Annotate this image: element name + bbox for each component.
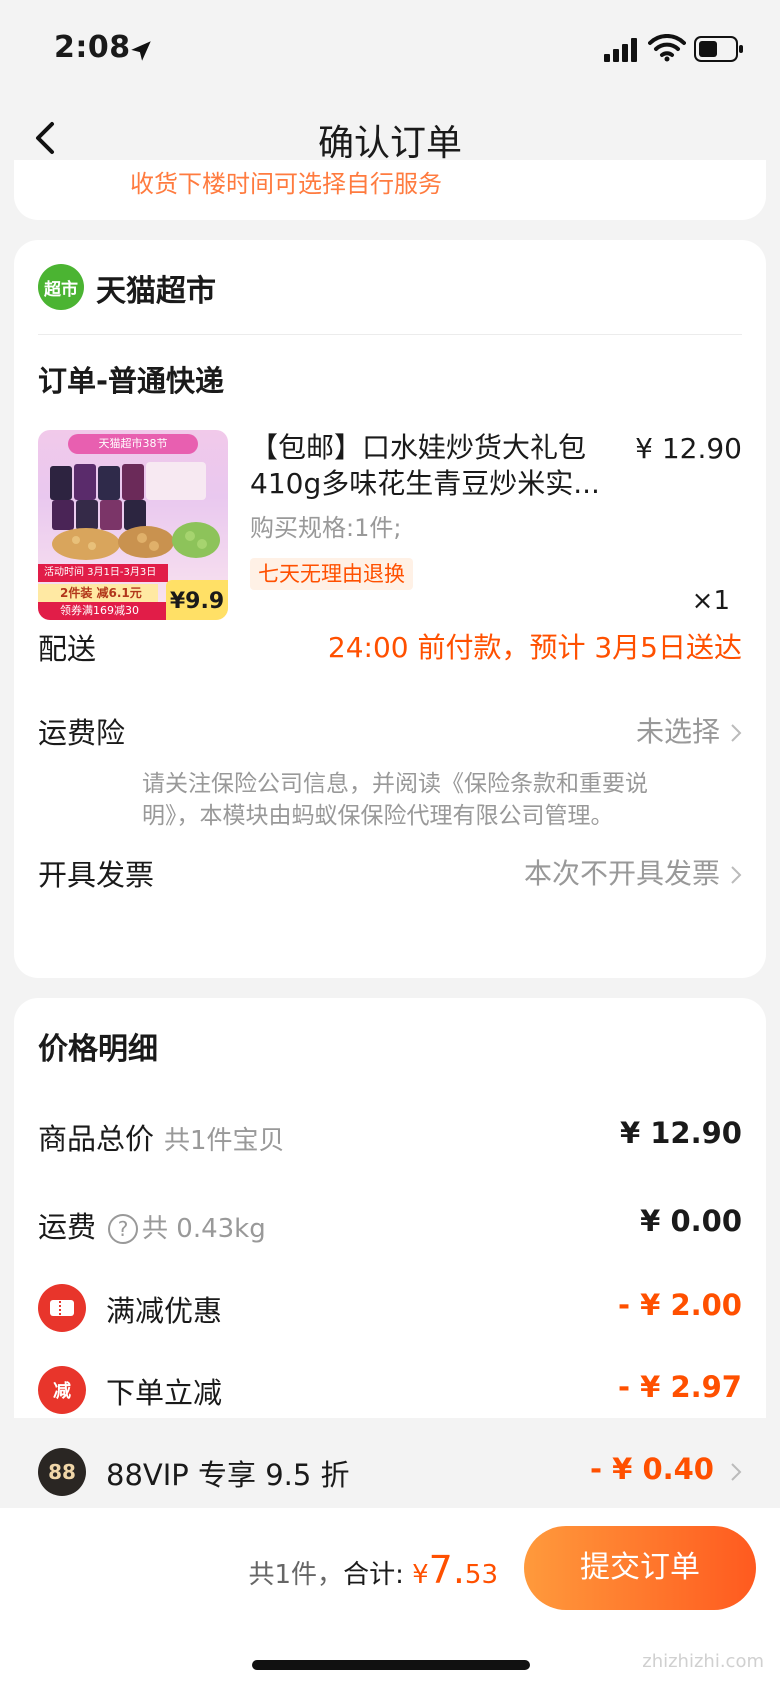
thumb-promo: 活动时间 3月1日-3月3日20点 bbox=[38, 564, 168, 596]
invoice-selector[interactable]: 本次不开具发票 bbox=[524, 852, 742, 892]
item-count: 共1件， bbox=[248, 1560, 344, 1590]
page-title: 确认订单 bbox=[317, 123, 462, 164]
cellular-signal-icon bbox=[604, 38, 637, 62]
shop-name[interactable]: 天猫超市 bbox=[96, 266, 216, 310]
instant-discount-value: - ¥ 2.97 bbox=[618, 1370, 742, 1404]
vip88-icon: 88 bbox=[38, 1448, 86, 1496]
wifi-icon bbox=[648, 34, 686, 62]
order-type-label: 订单-普通快递 bbox=[38, 364, 225, 398]
thumb-banner: 天猫超市38节 bbox=[68, 434, 198, 454]
price-row-subtotal: 商品总价 共1件宝贝 ¥ 12.90 bbox=[38, 1116, 742, 1156]
subtotal-value: ¥ 12.90 bbox=[619, 1116, 742, 1150]
price-row-full-reduction[interactable]: 满减优惠 - ¥ 2.00 bbox=[38, 1284, 742, 1332]
help-icon[interactable]: ? bbox=[108, 1214, 139, 1244]
price-row-88vip[interactable]: 88 88VIP 专享 9.5 折 - ¥ 0.40 bbox=[38, 1448, 742, 1496]
home-indicator[interactable] bbox=[252, 1660, 530, 1670]
shipping-insurance-label: 运费险 bbox=[38, 716, 126, 750]
battery-icon bbox=[694, 36, 743, 62]
instant-discount-icon: 减 bbox=[38, 1366, 86, 1414]
product-spec[interactable]: 购买规格:1件; bbox=[250, 508, 401, 543]
vip88-label: 88VIP 专享 9.5 折 bbox=[106, 1458, 350, 1492]
shop-order-card: 超市 天猫超市 订单-普通快递 天猫超市38节 活动时间 3月1日-3月3日20… bbox=[14, 240, 766, 978]
thumb-coupon-tag: 领券满169减30 bbox=[38, 602, 168, 620]
shipping-value: ¥ 0.00 bbox=[640, 1204, 742, 1238]
total-amount-int: 7. bbox=[428, 1548, 465, 1592]
total-amount-dec: 53 bbox=[464, 1560, 498, 1590]
currency-symbol: ¥ bbox=[412, 1560, 429, 1590]
invoice-label: 开具发票 bbox=[38, 858, 155, 892]
price-row-instant-discount[interactable]: 减 下单立减 - ¥ 2.97 bbox=[38, 1366, 742, 1414]
chevron-right-icon bbox=[731, 1463, 742, 1481]
product-quantity: ×1 bbox=[691, 586, 730, 616]
shipping-weight: 共 0.43kg bbox=[142, 1214, 266, 1244]
insurance-note: 请关注保险公司信息，并阅读《保险条款和重要说明》，本模块由蚂蚁保保险代理有限公司… bbox=[142, 771, 648, 829]
return-policy-badge: 七天无理由退换 bbox=[250, 558, 413, 590]
subtotal-label: 商品总价 bbox=[38, 1122, 155, 1156]
vip88-value: - ¥ 0.40 bbox=[590, 1452, 714, 1486]
full-reduction-value: - ¥ 2.00 bbox=[618, 1288, 742, 1322]
thumb-discount-tag: 2件装 减6.1元 bbox=[38, 584, 158, 602]
shipping-insurance-value: 未选择 bbox=[635, 715, 720, 748]
shop-logo: 超市 bbox=[38, 264, 84, 310]
instant-discount-label: 下单立减 bbox=[106, 1376, 223, 1410]
submit-order-button[interactable]: 提交订单 bbox=[524, 1526, 756, 1610]
order-total: 共1件，合计: ¥7.53 bbox=[249, 1548, 498, 1592]
full-reduction-label: 满减优惠 bbox=[106, 1294, 223, 1328]
chevron-right-icon bbox=[731, 724, 742, 742]
delivery-label: 配送 bbox=[38, 632, 97, 666]
price-detail-title: 价格明细 bbox=[38, 1032, 158, 1067]
product-thumbnail[interactable]: 天猫超市38节 活动时间 3月1日-3月3日20点 2件装 减6.1元 领券满1… bbox=[38, 430, 228, 620]
status-bar: 2:08 bbox=[0, 0, 780, 100]
product-price: ¥ 12.90 bbox=[635, 432, 742, 465]
watermark: zhizhizhi.com bbox=[642, 1651, 764, 1672]
cut-off-text: 收货下楼时间可选择自行服务 bbox=[130, 170, 442, 198]
delivery-value: 24:00 前付款，预计 3月5日送达 bbox=[327, 631, 742, 664]
invoice-value: 本次不开具发票 bbox=[523, 857, 720, 890]
chevron-right-icon bbox=[731, 866, 742, 884]
price-row-shipping: 运费? 共 0.43kg ¥ 0.00 bbox=[38, 1204, 742, 1244]
total-label: 合计: bbox=[343, 1560, 404, 1590]
location-arrow-icon bbox=[131, 41, 151, 61]
product-title[interactable]: 【包邮】口水娃炒货大礼包410g多味花生青豆炒米实... bbox=[250, 430, 610, 502]
thumb-price: ¥9.9 bbox=[166, 580, 228, 620]
shipping-label: 运费 bbox=[38, 1210, 97, 1244]
subtotal-count: 共1件宝贝 bbox=[164, 1126, 285, 1156]
status-time: 2:08 bbox=[54, 30, 131, 65]
bottom-submit-bar: 共1件，合计: ¥7.53 提交订单 zhizhizhi.com bbox=[0, 1508, 780, 1688]
address-card-bottom: 收货下楼时间可选择自行服务 bbox=[14, 160, 766, 220]
snack-bags-image bbox=[50, 462, 220, 560]
divider bbox=[38, 334, 742, 335]
ticket-icon bbox=[38, 1284, 86, 1332]
price-detail-card: 价格明细 商品总价 共1件宝贝 ¥ 12.90 运费? 共 0.43kg ¥ 0.0… bbox=[14, 998, 766, 1496]
shipping-insurance-selector[interactable]: 未选择 bbox=[636, 710, 742, 750]
